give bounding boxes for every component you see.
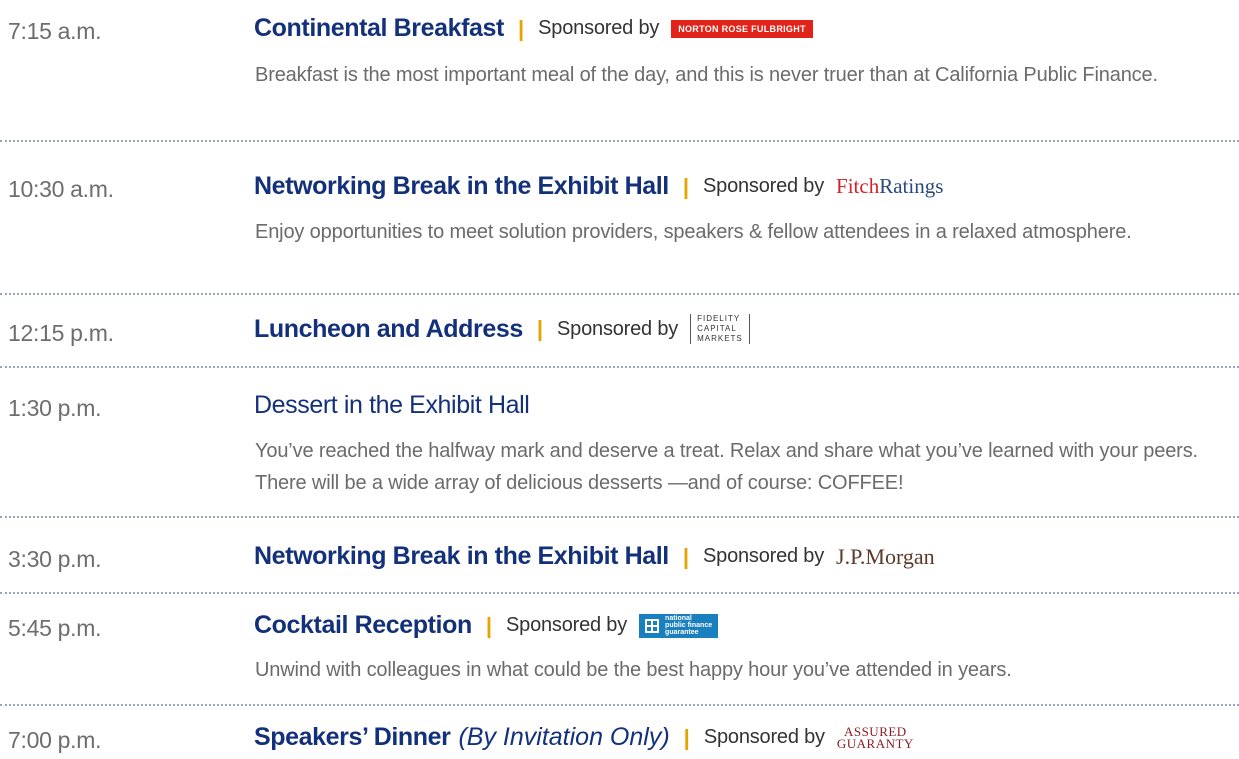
separator: | — [518, 15, 525, 41]
national-public-finance-guarantee-logo: national public finance guarantee — [639, 613, 719, 638]
event-description: Breakfast is the most important meal of … — [255, 64, 1158, 86]
event-time: 7:15 a.m. — [8, 18, 102, 44]
event-time: 5:45 p.m. — [8, 615, 102, 641]
event-heading: Networking Break in the Exhibit Hall | S… — [254, 542, 935, 571]
divider — [0, 140, 1239, 142]
sponsor-label: Sponsored by — [506, 614, 628, 636]
separator: | — [682, 543, 690, 569]
divider — [0, 592, 1239, 594]
assured-guaranty-logo: ASSURED GUARANTY — [836, 725, 914, 751]
jp-morgan-logo: J.P.Morgan — [836, 543, 935, 569]
sponsor-label: Sponsored by — [557, 317, 679, 340]
event-title: Luncheon and Address — [254, 314, 523, 343]
event-heading: Dessert in the Exhibit Hall — [254, 391, 530, 420]
fidelity-capital-markets-logo: FIDELITY CAPITAL MARKETS — [690, 314, 750, 344]
divider — [0, 516, 1239, 518]
event-heading: Luncheon and Address | Sponsored by FIDE… — [254, 314, 750, 344]
logo-line: national — [665, 615, 692, 622]
event-title: Dessert in the Exhibit Hall — [254, 391, 530, 419]
separator: | — [682, 173, 690, 199]
separator: | — [536, 316, 544, 341]
ratings-logo-text: Ratings — [879, 174, 944, 198]
divider — [0, 704, 1239, 706]
fitch-ratings-logo: Fitch Ratings — [836, 174, 943, 199]
event-heading: Networking Break in the Exhibit Hall | S… — [254, 172, 943, 201]
event-title: Cocktail Reception — [254, 611, 472, 639]
event-heading: Continental Breakfast | Sponsored by NOR… — [254, 14, 813, 43]
divider — [0, 293, 1239, 295]
event-time: 1:30 p.m. — [8, 395, 102, 421]
logo-line: FIDELITY — [697, 314, 741, 323]
sponsor-label: Sponsored by — [703, 175, 825, 197]
event-title: Networking Break in the Exhibit Hall — [254, 542, 669, 570]
sponsor-label: Sponsored by — [703, 545, 825, 567]
logo-line: GUARANTY — [836, 735, 914, 751]
event-title: Speakers’ Dinner — [254, 723, 451, 751]
sponsor-label: Sponsored by — [538, 17, 660, 39]
event-qualifier: (By Invitation Only) — [458, 723, 670, 751]
logo-line: guarantee — [665, 629, 699, 636]
logo-line: CAPITAL — [697, 324, 737, 333]
event-time: 7:00 p.m. — [8, 727, 102, 753]
norton-rose-fulbright-logo: NORTON ROSE FULBRIGHT — [671, 19, 813, 38]
event-time: 3:30 p.m. — [8, 546, 102, 572]
logo-line: MARKETS — [697, 334, 743, 343]
event-description: Unwind with colleagues in what could be … — [255, 659, 1012, 681]
event-description: Enjoy opportunities to meet solution pro… — [255, 221, 1132, 243]
logo-line: public finance — [665, 622, 713, 629]
npfg-text: national public finance guarantee — [665, 615, 712, 636]
separator: | — [683, 724, 690, 750]
fitch-logo-text: Fitch — [836, 174, 880, 198]
event-time: 12:15 p.m. — [8, 320, 114, 346]
event-title: Networking Break in the Exhibit Hall — [254, 172, 669, 200]
event-description: You’ve reached the halfway mark and dese… — [255, 440, 1198, 494]
event-time: 10:30 a.m. — [8, 176, 114, 202]
event-heading: Cocktail Reception | Sponsored by nation… — [254, 611, 719, 640]
npfg-mark-icon — [645, 618, 660, 633]
sponsor-label: Sponsored by — [703, 726, 825, 748]
separator: | — [485, 612, 493, 638]
event-heading: Speakers’ Dinner (By Invitation Only) | … — [254, 723, 914, 752]
event-title: Continental Breakfast — [254, 14, 504, 42]
divider — [0, 366, 1239, 368]
